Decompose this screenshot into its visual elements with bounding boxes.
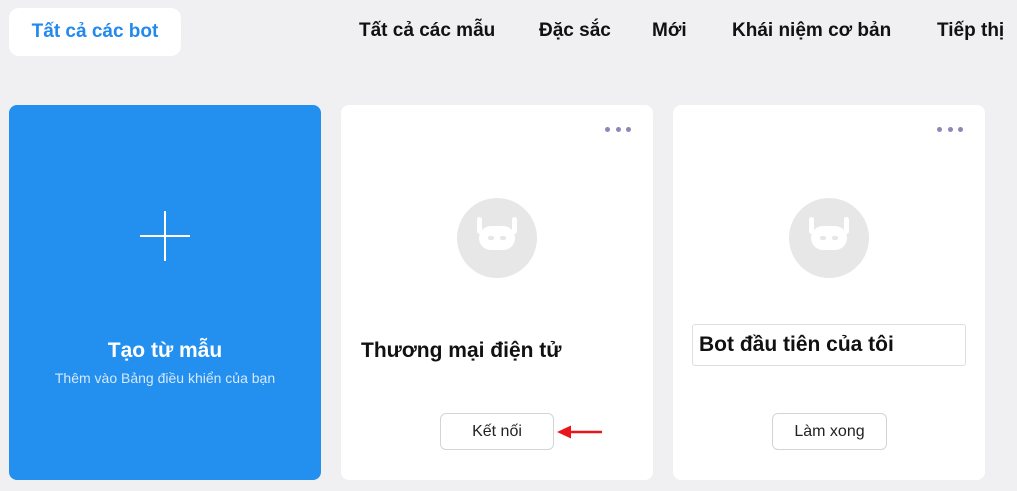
more-horizontal-icon[interactable] bbox=[605, 125, 631, 133]
red-arrow-icon bbox=[557, 425, 602, 439]
tab-all-bots[interactable]: Tất cả các bot bbox=[9, 8, 181, 56]
plus-icon bbox=[140, 211, 190, 261]
done-button[interactable]: Làm xong bbox=[772, 413, 887, 450]
tab-all-templates[interactable]: Tất cả các mẫu bbox=[359, 20, 495, 46]
bot-card-title: Thương mại điện tử bbox=[361, 339, 562, 362]
bot-name-field[interactable]: Bot đầu tiên của tôi bbox=[692, 324, 966, 366]
create-card-subtitle: Thêm vào Bảng điều khiển của bạn bbox=[54, 370, 276, 386]
bots-page: Tất cả các bot Tất cả các mẫu Đặc sắc Mớ… bbox=[0, 0, 1017, 491]
robot-icon bbox=[789, 198, 869, 278]
robot-icon bbox=[457, 198, 537, 278]
bot-card-my-first-bot: Bot đầu tiên của tôi Làm xong bbox=[673, 105, 985, 480]
more-horizontal-icon[interactable] bbox=[937, 125, 963, 133]
tab-all-bots-label: Tất cả các bot bbox=[31, 21, 159, 42]
connect-button[interactable]: Kết nối bbox=[440, 413, 554, 450]
done-button-label: Làm xong bbox=[794, 422, 865, 440]
create-card-title: Tạo từ mẫu bbox=[107, 339, 223, 362]
tab-new[interactable]: Mới bbox=[652, 20, 687, 46]
create-from-template-card[interactable]: Tạo từ mẫu Thêm vào Bảng điều khiển của … bbox=[9, 105, 321, 480]
connect-button-label: Kết nối bbox=[472, 422, 522, 440]
tab-featured[interactable]: Đặc sắc bbox=[539, 20, 611, 46]
tab-marketing[interactable]: Tiếp thị bbox=[937, 20, 1004, 46]
tab-basics[interactable]: Khái niệm cơ bản bbox=[732, 20, 891, 46]
bot-card-ecommerce: Thương mại điện tử Kết nối bbox=[341, 105, 653, 480]
